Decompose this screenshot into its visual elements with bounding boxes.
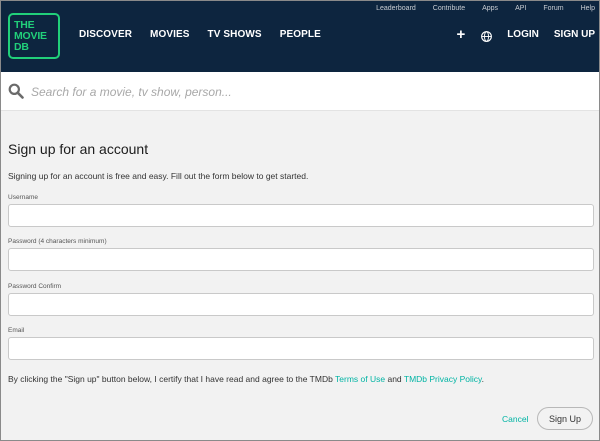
- topnav-forum[interactable]: Forum: [543, 5, 563, 12]
- globe-icon[interactable]: [481, 29, 493, 42]
- nav-tv-shows[interactable]: TV SHOWS: [208, 29, 262, 40]
- topnav-leaderboard[interactable]: Leaderboard: [376, 5, 416, 12]
- login-link[interactable]: LOGIN: [507, 29, 539, 40]
- topnav-contribute[interactable]: Contribute: [433, 5, 465, 12]
- topnav-apps[interactable]: Apps: [482, 5, 498, 12]
- terms-text: By clicking the "Sign up" button below, …: [8, 374, 484, 384]
- sign-up-button[interactable]: Sign Up: [537, 407, 593, 430]
- site-header: THE MOVIE DB DISCOVER MOVIES TV SHOWS PE…: [1, 1, 599, 72]
- password-label: Password (4 characters minimum): [8, 238, 107, 245]
- nav-people[interactable]: PEOPLE: [280, 29, 321, 40]
- terms-prefix: By clicking the "Sign up" button below, …: [8, 374, 336, 384]
- terms-suffix: .: [481, 374, 485, 384]
- username-field[interactable]: [8, 204, 594, 227]
- search-input[interactable]: [31, 81, 581, 103]
- main-nav: DISCOVER MOVIES TV SHOWS PEOPLE: [79, 29, 339, 40]
- password-confirm-label: Password Confirm: [8, 283, 62, 290]
- privacy-policy-link[interactable]: TMDb Privacy Policy: [404, 374, 482, 384]
- username-label: Username: [8, 194, 38, 201]
- tmdb-logo[interactable]: THE MOVIE DB: [8, 13, 60, 59]
- topnav-api[interactable]: API: [515, 5, 526, 12]
- terms-and: and: [385, 374, 404, 384]
- logo-line-3: DB: [14, 41, 29, 53]
- email-label: Email: [8, 327, 25, 334]
- terms-of-use-link[interactable]: Terms of Use: [335, 374, 385, 384]
- account-nav: + LOGIN SIGN UP: [456, 27, 595, 42]
- password-confirm-field[interactable]: [8, 293, 594, 316]
- nav-discover[interactable]: DISCOVER: [79, 29, 132, 40]
- page-title: Sign up for an account: [8, 141, 149, 157]
- logo-text: THE MOVIE DB: [14, 20, 47, 53]
- cancel-link[interactable]: Cancel: [502, 414, 528, 424]
- topnav-help[interactable]: Help: [581, 5, 595, 12]
- signup-link[interactable]: SIGN UP: [554, 29, 595, 40]
- search-icon: [8, 83, 24, 99]
- nav-movies[interactable]: MOVIES: [150, 29, 190, 40]
- password-field[interactable]: [8, 248, 594, 271]
- add-icon[interactable]: +: [456, 27, 465, 42]
- top-nav: Leaderboard Contribute Apps API Forum He…: [359, 5, 595, 12]
- search-bar: [1, 72, 599, 111]
- email-field[interactable]: [8, 337, 594, 360]
- intro-text: Signing up for an account is free and ea…: [8, 171, 309, 181]
